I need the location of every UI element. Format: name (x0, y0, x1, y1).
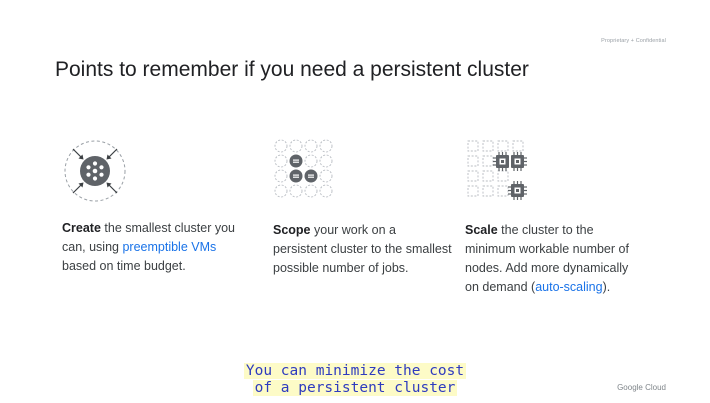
scale-description: Scale the cluster to the minimum workabl… (465, 221, 645, 297)
point-create: Create the smallest cluster you can, usi… (62, 138, 242, 276)
scale-nodes-chips-icon (467, 140, 527, 200)
auto-scaling-link[interactable]: auto-scaling (535, 280, 602, 294)
subtitle-caption: You can minimize the cost of a persisten… (0, 363, 710, 397)
scope-keyword: Scope (273, 223, 311, 237)
google-cloud-logo: Google Cloud (617, 383, 666, 392)
point-scale: Scale the cluster to the minimum workabl… (465, 138, 645, 297)
caption-line-1: You can minimize the cost (243, 363, 467, 379)
caption-line-2: of a persistent cluster (252, 380, 458, 396)
scope-description: Scope your work on a persistent cluster … (273, 221, 453, 278)
preemptible-vms-link[interactable]: preemptible VMs (122, 240, 216, 254)
create-description: Create the smallest cluster you can, usi… (62, 219, 242, 276)
scoped-jobs-grid-icon (274, 139, 333, 198)
confidentiality-label: Proprietary + Confidential (601, 38, 666, 44)
slide-title: Points to remember if you need a persist… (55, 58, 529, 81)
create-keyword: Create (62, 221, 101, 235)
scale-text-b: ). (602, 280, 611, 294)
create-text-b: based on time budget. (62, 259, 186, 273)
point-scope: Scope your work on a persistent cluster … (273, 138, 453, 278)
scale-keyword: Scale (465, 223, 498, 237)
compress-cluster-icon (64, 140, 126, 202)
